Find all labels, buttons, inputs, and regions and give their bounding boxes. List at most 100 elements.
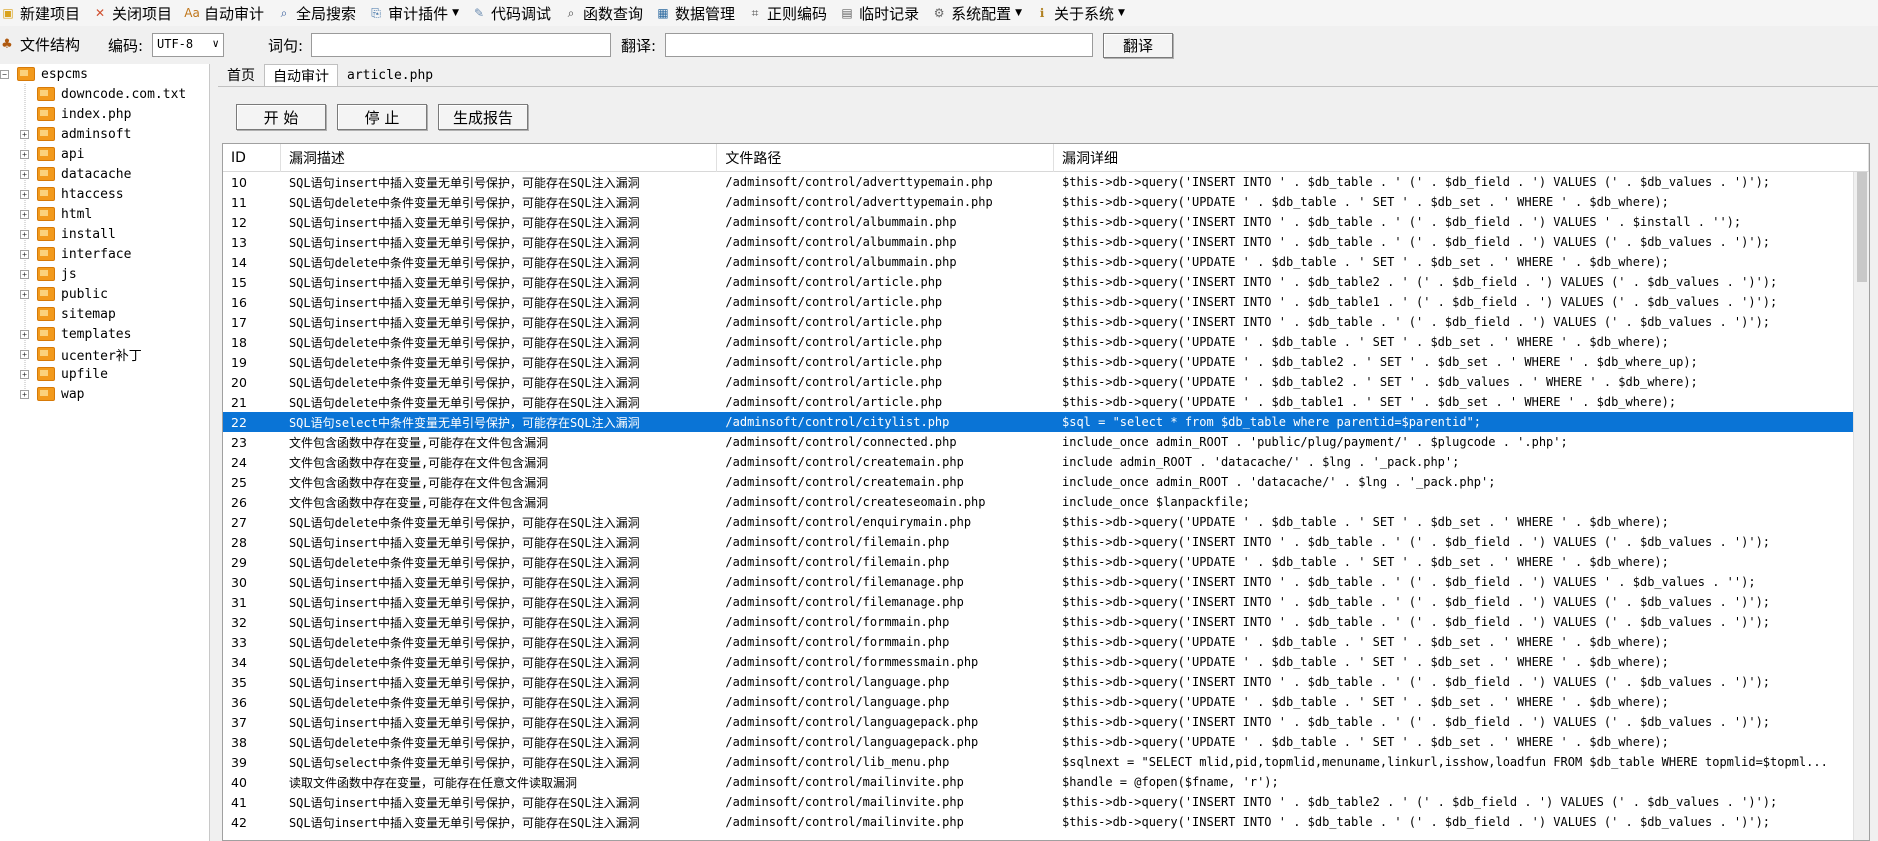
menu-item-8[interactable]: ⌗ 正则编码 <box>747 0 833 26</box>
table-row[interactable]: 14 SQL语句delete中条件变量无单引号保护，可能存在SQL注入漏洞/adm… <box>223 252 1869 272</box>
tree-item[interactable]: + install <box>20 224 116 244</box>
tree-item[interactable]: + adminsoft <box>20 124 131 144</box>
table-row[interactable]: 25 文件包含函数中存在变量,可能存在文件包含漏洞/adminsoft/contr… <box>223 472 1869 492</box>
table-row[interactable]: 34 SQL语句delete中条件变量无单引号保护，可能存在SQL注入漏洞/adm… <box>223 652 1869 672</box>
column-header-detail[interactable]: 漏洞详细 <box>1054 144 1869 172</box>
column-header-description[interactable]: 漏洞描述 <box>281 144 718 172</box>
expand-icon[interactable]: + <box>20 389 29 399</box>
table-row[interactable]: 23 文件包含函数中存在变量,可能存在文件包含漏洞/adminsoft/contr… <box>223 432 1869 452</box>
expand-icon[interactable]: + <box>20 369 29 379</box>
word-input[interactable] <box>311 33 611 57</box>
collapse-icon[interactable]: − <box>0 69 9 79</box>
expand-icon[interactable]: + <box>20 169 29 179</box>
expand-icon[interactable]: + <box>20 209 29 219</box>
table-row[interactable]: 31 SQL语句insert中插入变量无单引号保护，可能存在SQL注入漏洞/adm… <box>223 592 1869 612</box>
stop-button[interactable]: 停 止 <box>337 104 427 130</box>
tree-item[interactable]: + templates <box>20 324 131 344</box>
tab-1[interactable]: 自动审计 <box>264 64 338 86</box>
table-row[interactable]: 18 SQL语句delete中条件变量无单引号保护，可能存在SQL注入漏洞/adm… <box>223 332 1869 352</box>
expand-icon[interactable]: + <box>20 189 29 199</box>
table-row[interactable]: 33 SQL语句delete中条件变量无单引号保护，可能存在SQL注入漏洞/adm… <box>223 632 1869 652</box>
tree-item[interactable]: + public <box>20 284 108 304</box>
table-row[interactable]: 17 SQL语句insert中插入变量无单引号保护，可能存在SQL注入漏洞/adm… <box>223 312 1869 332</box>
table-row[interactable]: 27 SQL语句delete中条件变量无单引号保护，可能存在SQL注入漏洞/adm… <box>223 512 1869 532</box>
generate-report-button-label: 生成报告 <box>452 108 513 127</box>
menu-item-11[interactable]: ℹ 关于系统 ▼ <box>1034 0 1131 26</box>
menu-item-10[interactable]: ⚙ 系统配置 ▼ <box>931 0 1028 26</box>
menu-item-7[interactable]: ▦ 数据管理 <box>655 0 741 26</box>
cell-path: /adminsoft/control/article.php <box>725 335 943 349</box>
expand-icon[interactable]: + <box>20 349 29 359</box>
translate-input[interactable] <box>665 33 1093 57</box>
tree-item[interactable]: index.php <box>20 104 131 124</box>
expand-icon[interactable]: + <box>20 289 29 299</box>
table-row[interactable]: 30 SQL语句insert中插入变量无单引号保护，可能存在SQL注入漏洞/adm… <box>223 572 1869 592</box>
menu-item-4[interactable]: ⎘ 审计插件 ▼ <box>368 0 465 26</box>
menu-item-1[interactable]: ✕ 关闭项目 <box>92 0 178 26</box>
table-row[interactable]: 24 文件包含函数中存在变量,可能存在文件包含漏洞/adminsoft/contr… <box>223 452 1869 472</box>
menu-item-5[interactable]: ✎ 代码调试 <box>471 0 557 26</box>
tree-item[interactable]: + upfile <box>20 364 108 384</box>
table-row[interactable]: 39 SQL语句select中条件变量无单引号保护，可能存在SQL注入漏洞/adm… <box>223 752 1869 772</box>
encoding-select[interactable]: UTF-8 ∨ <box>152 33 224 57</box>
table-row[interactable]: 40 读取文件函数中存在变量，可能存在任意文件读取漏洞/adminsoft/con… <box>223 772 1869 792</box>
table-row[interactable]: 26 文件包含函数中存在变量,可能存在文件包含漏洞/adminsoft/contr… <box>223 492 1869 512</box>
expand-icon[interactable]: + <box>20 129 29 139</box>
table-row[interactable]: 15 SQL语句insert中插入变量无单引号保护，可能存在SQL注入漏洞/adm… <box>223 272 1869 292</box>
table-row[interactable]: 19 SQL语句delete中条件变量无单引号保护，可能存在SQL注入漏洞/adm… <box>223 352 1869 372</box>
tree-item[interactable]: + datacache <box>20 164 131 184</box>
table-row[interactable]: 32 SQL语句insert中插入变量无单引号保护，可能存在SQL注入漏洞/adm… <box>223 612 1869 632</box>
translate-button[interactable]: 翻译 <box>1103 33 1173 58</box>
scrollbar-thumb[interactable] <box>1857 172 1867 282</box>
tree-item[interactable]: downcode.com.txt <box>20 84 186 104</box>
tree-item[interactable]: sitemap <box>20 304 116 324</box>
table-row[interactable]: 28 SQL语句insert中插入变量无单引号保护，可能存在SQL注入漏洞/adm… <box>223 532 1869 552</box>
tree-item[interactable]: + ucenter补丁 <box>20 344 142 364</box>
expand-icon[interactable]: + <box>20 249 29 259</box>
expand-icon[interactable]: + <box>20 329 29 339</box>
tree-item[interactable]: + interface <box>20 244 131 264</box>
table-row[interactable]: 16 SQL语句insert中插入变量无单引号保护，可能存在SQL注入漏洞/adm… <box>223 292 1869 312</box>
table-row[interactable]: 38 SQL语句delete中条件变量无单引号保护，可能存在SQL注入漏洞/adm… <box>223 732 1869 752</box>
table-row[interactable]: 36 SQL语句delete中条件变量无单引号保护，可能存在SQL注入漏洞/adm… <box>223 692 1869 712</box>
generate-report-button[interactable]: 生成报告 <box>438 104 528 130</box>
menu-item-label: 临时记录 <box>859 4 920 23</box>
table-row[interactable]: 10 SQL语句insert中插入变量无单引号保护，可能存在SQL注入漏洞/adm… <box>223 172 1869 192</box>
table-row[interactable]: 21 SQL语句delete中条件变量无单引号保护，可能存在SQL注入漏洞/adm… <box>223 392 1869 412</box>
menu-item-3[interactable]: ⌕ 全局搜索 <box>276 0 362 26</box>
menu-item-0[interactable]: ▣ 新建项目 <box>0 0 86 26</box>
tree-item[interactable]: + js <box>20 264 77 284</box>
cell-detail: include_once admin_ROOT . 'public/plug/p… <box>1062 435 1568 449</box>
table-row[interactable]: 22 SQL语句select中条件变量无单引号保护，可能存在SQL注入漏洞/adm… <box>223 412 1869 432</box>
tab-2[interactable]: article.php <box>338 64 442 86</box>
tree-item[interactable]: + htaccess <box>20 184 124 204</box>
table-row[interactable]: 37 SQL语句insert中插入变量无单引号保护，可能存在SQL注入漏洞/adm… <box>223 712 1869 732</box>
menu-item-6[interactable]: ⌕ 函数查询 <box>563 0 649 26</box>
expand-icon[interactable]: + <box>20 149 29 159</box>
tree-item[interactable]: + api <box>20 144 84 164</box>
table-row[interactable]: 12 SQL语句insert中插入变量无单引号保护，可能存在SQL注入漏洞/adm… <box>223 212 1869 232</box>
column-header-path[interactable]: 文件路径 <box>717 144 1054 172</box>
table-row[interactable]: 11 SQL语句delete中条件变量无单引号保护，可能存在SQL注入漏洞/adm… <box>223 192 1869 212</box>
tree-item[interactable]: + html <box>20 204 92 224</box>
table-row[interactable]: 13 SQL语句insert中插入变量无单引号保护，可能存在SQL注入漏洞/adm… <box>223 232 1869 252</box>
table-row[interactable]: 41 SQL语句insert中插入变量无单引号保护，可能存在SQL注入漏洞/adm… <box>223 792 1869 812</box>
vertical-scrollbar[interactable] <box>1853 172 1869 840</box>
table-row[interactable]: 42 SQL语句insert中插入变量无单引号保护，可能存在SQL注入漏洞/adm… <box>223 812 1869 832</box>
folder-icon <box>37 227 55 241</box>
table-row[interactable]: 20 SQL语句delete中条件变量无单引号保护，可能存在SQL注入漏洞/adm… <box>223 372 1869 392</box>
expand-icon[interactable]: + <box>20 229 29 239</box>
table-row[interactable]: 29 SQL语句delete中条件变量无单引号保护，可能存在SQL注入漏洞/adm… <box>223 552 1869 572</box>
cell-description: SQL语句delete中条件变量无单引号保护，可能存在SQL注入漏洞 <box>288 515 640 530</box>
menu-item-2[interactable]: Aa 自动审计 <box>184 0 270 26</box>
column-header-id[interactable]: ID <box>223 144 281 172</box>
cell-id: 21 <box>231 394 247 410</box>
expand-icon[interactable]: + <box>20 269 29 279</box>
tree-item[interactable]: + wap <box>20 384 84 404</box>
cell-id: 24 <box>231 454 247 470</box>
start-button[interactable]: 开 始 <box>236 104 326 130</box>
tab-0[interactable]: 首页 <box>218 64 264 86</box>
tree-root[interactable]: − espcms <box>0 64 88 84</box>
table-row[interactable]: 35 SQL语句insert中插入变量无单引号保护，可能存在SQL注入漏洞/adm… <box>223 672 1869 692</box>
menu-item-9[interactable]: ▤ 临时记录 <box>839 0 925 26</box>
